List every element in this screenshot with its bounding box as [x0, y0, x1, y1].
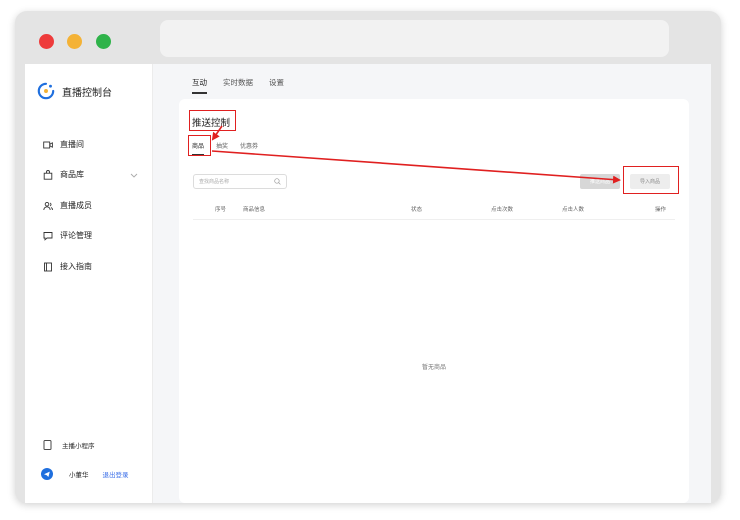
tab-lottery[interactable]: 抽奖 — [216, 141, 228, 156]
tab-products[interactable]: 商品 — [192, 141, 204, 156]
comment-icon — [43, 231, 53, 241]
logo-icon — [37, 82, 55, 100]
main-area: 互动 实时数据 设置 推送控制 商品 抽奖 优惠券 查找商品名称 推送商品 导入… — [153, 64, 711, 503]
mini-program-entry[interactable]: 主播小程序 — [43, 440, 95, 450]
col-status: 状态 — [411, 207, 423, 213]
mini-program-label: 主播小程序 — [62, 442, 95, 450]
sidebar-item-label: 接入指南 — [60, 262, 92, 271]
col-click-count: 点击次数 — [491, 207, 514, 213]
sidebar-item-access-guide[interactable]: 接入指南 — [43, 261, 92, 272]
empty-state: 暂无商品 — [421, 364, 446, 371]
product-search-input[interactable]: 查找商品名称 — [193, 174, 287, 189]
video-icon — [43, 141, 53, 148]
users-icon — [43, 201, 53, 210]
sidebar: 直播控制台 直播间 商品库 直播成员 评论管理 接入指南 主播小程序 小董华 退… — [25, 64, 153, 503]
close-window-button[interactable] — [39, 34, 54, 49]
address-bar[interactable] — [160, 20, 669, 57]
app-container: 直播控制台 直播间 商品库 直播成员 评论管理 接入指南 主播小程序 小董华 退… — [25, 64, 711, 503]
sub-tabs: 商品 抽奖 优惠券 — [192, 141, 258, 156]
book-icon — [44, 262, 52, 271]
col-actions: 操作 — [655, 207, 667, 213]
search-icon[interactable] — [274, 178, 281, 185]
tab-realtime-data[interactable]: 实时数据 — [223, 77, 253, 94]
bag-icon — [43, 169, 53, 180]
tab-settings[interactable]: 设置 — [269, 77, 284, 94]
browser-window: 直播控制台 直播间 商品库 直播成员 评论管理 接入指南 主播小程序 小董华 退… — [15, 11, 721, 503]
sidebar-item-live-members[interactable]: 直播成员 — [43, 200, 92, 211]
sidebar-item-product-library[interactable]: 商品库 — [43, 169, 143, 180]
import-product-button[interactable]: 导入商品 — [630, 174, 670, 189]
sidebar-item-label: 直播间 — [60, 140, 84, 149]
avatar[interactable] — [41, 468, 53, 480]
minimize-window-button[interactable] — [67, 34, 82, 49]
col-click-users: 点击人数 — [562, 207, 585, 213]
sidebar-item-comment-management[interactable]: 评论管理 — [43, 230, 92, 241]
user-profile: 小董华 退出登录 — [41, 468, 129, 480]
panel-title: 推送控制 — [192, 118, 231, 129]
sidebar-item-label: 商品库 — [60, 170, 84, 179]
col-index: 序号 — [215, 207, 227, 213]
col-product-info: 商品信息 — [243, 207, 266, 213]
tab-interaction[interactable]: 互动 — [192, 77, 207, 94]
tab-coupons[interactable]: 优惠券 — [240, 141, 258, 156]
sidebar-item-label: 评论管理 — [60, 231, 92, 240]
logout-link[interactable]: 退出登录 — [103, 469, 129, 479]
push-product-button[interactable]: 推送商品 — [580, 174, 620, 189]
maximize-window-button[interactable] — [96, 34, 111, 49]
push-control-panel: 推送控制 商品 抽奖 优惠券 查找商品名称 推送商品 导入商品 序号 商品信息 … — [179, 99, 689, 503]
top-tabs: 互动 实时数据 设置 — [192, 77, 284, 94]
search-placeholder: 查找商品名称 — [199, 179, 230, 185]
chevron-down-icon[interactable] — [129, 170, 139, 180]
logo-title: 直播控制台 — [62, 87, 112, 99]
sidebar-item-live-room[interactable]: 直播间 — [43, 139, 84, 150]
user-name: 小董华 — [69, 471, 89, 479]
table-header: 序号 商品信息 状态 点击次数 点击人数 操作 — [193, 203, 675, 220]
sidebar-item-label: 直播成员 — [60, 201, 92, 210]
logo[interactable]: 直播控制台 — [37, 82, 112, 100]
phone-icon — [43, 440, 52, 450]
